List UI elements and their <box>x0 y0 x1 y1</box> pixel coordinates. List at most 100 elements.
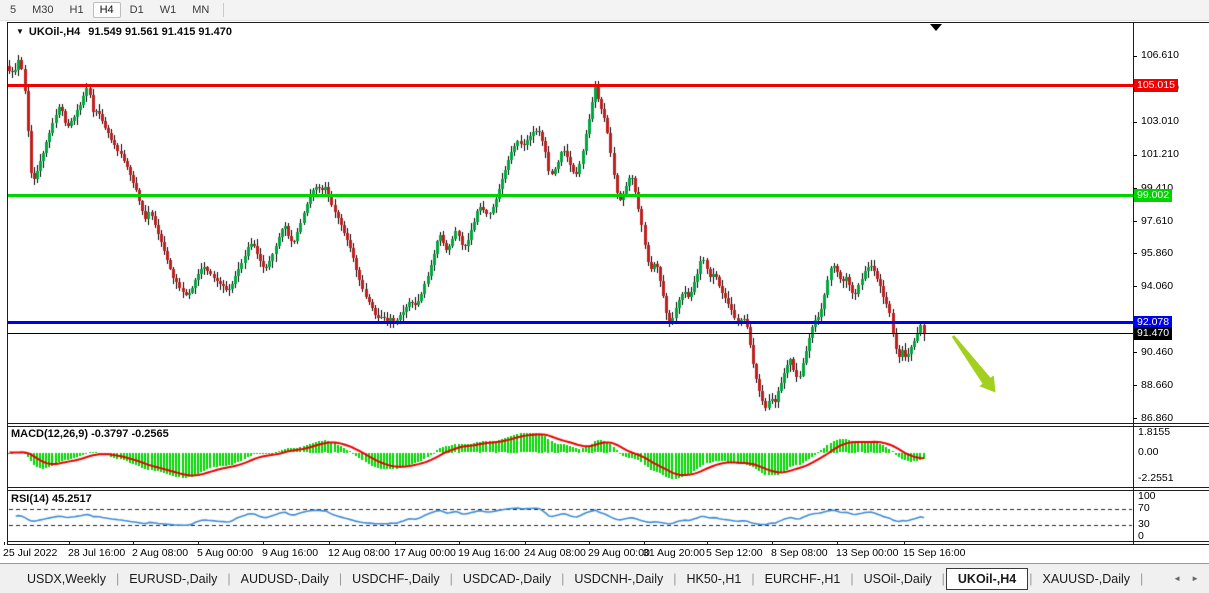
resistance-line[interactable] <box>8 84 1133 87</box>
price-tick-label: 101.210 <box>1141 148 1179 160</box>
tab-audusd-daily[interactable]: AUDUSD-,Daily <box>232 568 338 590</box>
price-tick-mark <box>1133 221 1137 222</box>
timeframe-button-h1[interactable]: H1 <box>63 2 91 18</box>
time-tick-mark <box>69 542 70 545</box>
current-price-line-badge: 91.470 <box>1134 327 1172 340</box>
price-tick-mark <box>1133 418 1137 419</box>
panel-separator <box>7 541 1209 542</box>
time-tick-mark <box>837 542 838 545</box>
price-tick-label: 103.010 <box>1141 115 1179 127</box>
tab-eurusd-daily[interactable]: EURUSD-,Daily <box>120 568 226 590</box>
price-tick-label: 95.860 <box>1141 247 1173 259</box>
price-scale-divider <box>1133 22 1134 545</box>
timeframe-button-m30[interactable]: M30 <box>25 2 60 18</box>
timeframe-toolbar[interactable]: 5M30H1H4D1W1MN <box>0 0 1209 21</box>
time-tick-mark <box>133 542 134 545</box>
price-tick-mark <box>1133 253 1137 254</box>
price-tick-mark <box>1133 122 1137 123</box>
resistance-line-badge: 105.015 <box>1134 79 1178 92</box>
time-label: 9 Aug 16:00 <box>262 547 318 559</box>
chart-quotes: 91.549 91.561 91.415 91.470 <box>88 26 232 38</box>
time-tick-mark <box>644 542 645 545</box>
panel-separator[interactable] <box>7 490 1209 491</box>
macd-values: -0.3797 -0.2565 <box>91 428 169 440</box>
rsi-scale-label: 30 <box>1138 518 1150 530</box>
time-label: 29 Aug 00:00 <box>588 547 650 559</box>
rsi-label: RSI(14) 45.2517 <box>11 493 92 505</box>
tab-separator: | <box>1139 572 1144 586</box>
tab-usdcnh-daily[interactable]: USDCNH-,Daily <box>565 568 672 590</box>
time-label: 5 Aug 00:00 <box>197 547 253 559</box>
time-label: 31 Aug 20:00 <box>643 547 705 559</box>
chart-symbol-label: UKOil-,H4 <box>29 26 80 38</box>
price-tick-mark <box>1133 56 1137 57</box>
price-tick-label: 97.610 <box>1141 215 1173 227</box>
time-label: 24 Aug 08:00 <box>524 547 586 559</box>
time-label: 2 Aug 08:00 <box>132 547 188 559</box>
price-tick-label: 94.060 <box>1141 280 1173 292</box>
chart-title: ▼ UKOil-,H4 91.549 91.561 91.415 91.470 <box>16 26 232 38</box>
timeframe-button-mn[interactable]: MN <box>185 2 216 18</box>
rsi-value: 45.2517 <box>52 493 92 505</box>
timeframe-button-w1[interactable]: W1 <box>153 2 184 18</box>
rsi-scale-label: 70 <box>1138 502 1150 514</box>
tab-ukoil-h4[interactable]: UKOil-,H4 <box>946 568 1028 590</box>
chart-dropdown-icon[interactable]: ▼ <box>16 27 24 36</box>
toolbar-separator <box>223 3 224 17</box>
time-tick-mark <box>4 542 5 545</box>
time-tick-mark <box>707 542 708 545</box>
price-tick-mark <box>1133 352 1137 353</box>
time-tick-mark <box>459 542 460 545</box>
instrument-tabbar: USDX,Weekly|EURUSD-,Daily|AUDUSD-,Daily|… <box>0 563 1209 593</box>
time-tick-mark <box>198 542 199 545</box>
tab-xauusd-daily[interactable]: XAUUSD-,Daily <box>1033 568 1139 590</box>
tab-scroll-right-icon[interactable]: ► <box>1191 574 1199 583</box>
panel-separator[interactable] <box>7 423 1209 424</box>
time-tick-mark <box>329 542 330 545</box>
time-tick-mark <box>589 542 590 545</box>
time-tick-mark <box>525 542 526 545</box>
rsi-name: RSI(14) <box>11 493 49 505</box>
tab-hk50-h1[interactable]: HK50-,H1 <box>677 568 750 590</box>
tab-usdx-weekly[interactable]: USDX,Weekly <box>18 568 115 590</box>
macd-label: MACD(12,26,9) -0.3797 -0.2565 <box>11 428 169 440</box>
time-label: 19 Aug 16:00 <box>458 547 520 559</box>
tab-usdcad-daily[interactable]: USDCAD-,Daily <box>454 568 560 590</box>
macd-scale-label: 0.00 <box>1138 446 1158 458</box>
time-tick-mark <box>263 542 264 545</box>
tab-usdchf-daily[interactable]: USDCHF-,Daily <box>343 568 449 590</box>
time-tick-mark <box>395 542 396 545</box>
price-tick-label: 106.610 <box>1141 49 1179 61</box>
time-tick-mark <box>904 542 905 545</box>
panel-separator[interactable] <box>7 487 1209 488</box>
macd-scale-label: 1.8155 <box>1138 426 1170 438</box>
price-tick-label: 90.460 <box>1141 346 1173 358</box>
panel-separator[interactable] <box>7 426 1209 427</box>
timeframe-button-5[interactable]: 5 <box>3 2 23 18</box>
time-tick-mark <box>772 542 773 545</box>
price-tick-mark <box>1133 286 1137 287</box>
current-price-line <box>8 333 1133 334</box>
rsi-scale-label: 100 <box>1138 490 1156 502</box>
timeframe-button-d1[interactable]: D1 <box>123 2 151 18</box>
time-label: 17 Aug 00:00 <box>394 547 456 559</box>
macd-scale-label: -2.2551 <box>1138 472 1174 484</box>
time-label: 12 Aug 08:00 <box>328 547 390 559</box>
price-tick-mark <box>1133 155 1137 156</box>
price-tick-label: 88.660 <box>1141 379 1173 391</box>
time-label: 5 Sep 12:00 <box>706 547 763 559</box>
tab-usoil-daily[interactable]: USOil-,Daily <box>855 568 941 590</box>
price-tick-label: 86.860 <box>1141 412 1173 424</box>
macd-name: MACD(12,26,9) <box>11 428 88 440</box>
timeframe-button-h4[interactable]: H4 <box>93 2 121 18</box>
price-tick-mark <box>1133 385 1137 386</box>
chart-canvas[interactable] <box>8 23 1133 542</box>
time-label: 8 Sep 08:00 <box>771 547 828 559</box>
tab-eurchf-h1[interactable]: EURCHF-,H1 <box>756 568 850 590</box>
time-label: 15 Sep 16:00 <box>903 547 965 559</box>
time-label: 13 Sep 00:00 <box>836 547 898 559</box>
support-line-mid[interactable] <box>8 194 1133 197</box>
support-line-low[interactable] <box>8 321 1133 324</box>
time-label: 28 Jul 16:00 <box>68 547 125 559</box>
tab-scroll-left-icon[interactable]: ◄ <box>1173 574 1181 583</box>
